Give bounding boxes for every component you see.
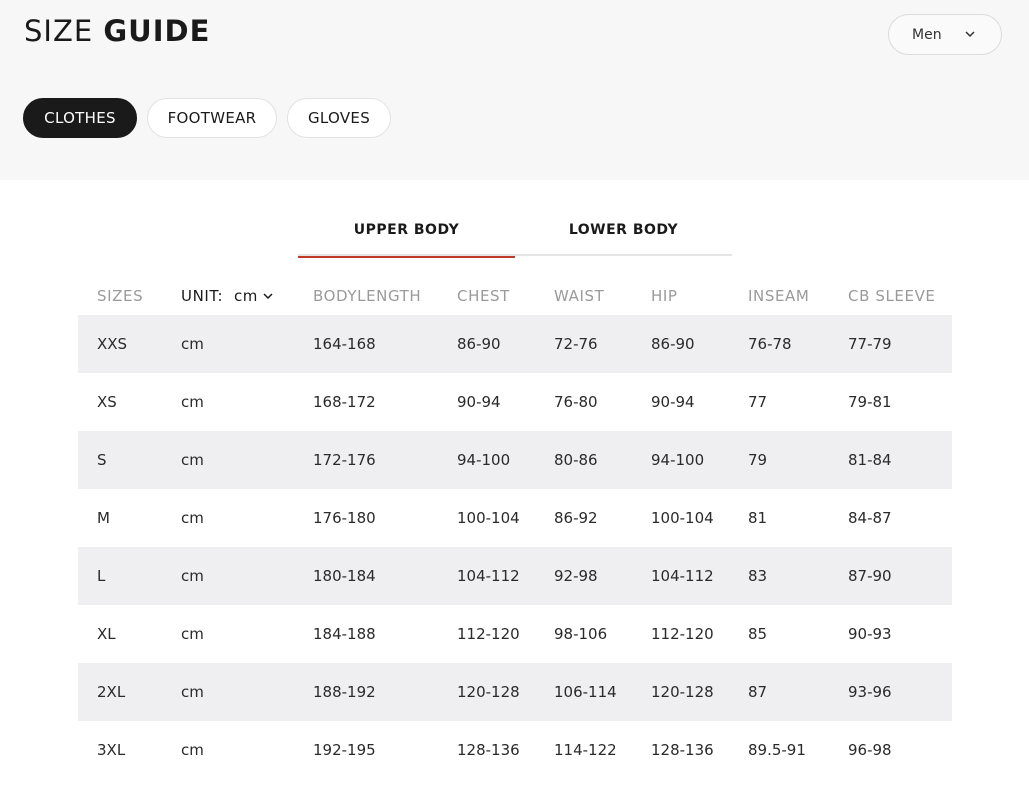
cell-waist: 114-122 bbox=[554, 741, 617, 759]
cell-waist: 76-80 bbox=[554, 393, 598, 411]
cell-bodylength: 192-195 bbox=[313, 741, 376, 759]
tab-clothes[interactable]: CLOTHES bbox=[23, 98, 137, 138]
cell-unit: cm bbox=[181, 567, 204, 585]
cell-hip: 100-104 bbox=[651, 509, 714, 527]
col-header-cb-sleeve: CB SLEEVE bbox=[848, 286, 936, 305]
cell-size: XS bbox=[97, 393, 117, 411]
col-header-waist: WAIST bbox=[554, 286, 605, 305]
cell-inseam: 76-78 bbox=[748, 335, 792, 353]
chevron-down-icon bbox=[263, 292, 273, 299]
cell-hip: 120-128 bbox=[651, 683, 714, 701]
cell-waist: 86-92 bbox=[554, 509, 598, 527]
size-table: SIZES UNIT: cm BODYLENGTH CHEST WAIST HI… bbox=[78, 276, 952, 779]
cell-bodylength: 188-192 bbox=[313, 683, 376, 701]
col-header-chest: CHEST bbox=[457, 286, 510, 305]
cell-waist: 92-98 bbox=[554, 567, 598, 585]
cell-size: L bbox=[97, 567, 106, 585]
cell-cb-sleeve: 93-96 bbox=[848, 683, 892, 701]
cell-waist: 72-76 bbox=[554, 335, 598, 353]
unit-select[interactable]: UNIT: cm bbox=[181, 276, 273, 315]
table-row: XL cm 184-188 112-120 98-106 112-120 85 … bbox=[78, 605, 952, 663]
cell-bodylength: 168-172 bbox=[313, 393, 376, 411]
cell-bodylength: 180-184 bbox=[313, 567, 376, 585]
cell-cb-sleeve: 81-84 bbox=[848, 451, 892, 469]
cell-cb-sleeve: 77-79 bbox=[848, 335, 892, 353]
cell-waist: 98-106 bbox=[554, 625, 608, 643]
unit-label: UNIT: bbox=[181, 286, 224, 305]
cell-chest: 112-120 bbox=[457, 625, 520, 643]
unit-value: cm bbox=[233, 286, 259, 305]
cell-size: 2XL bbox=[97, 683, 126, 701]
table-row: L cm 180-184 104-112 92-98 104-112 83 87… bbox=[78, 547, 952, 605]
cell-chest: 86-90 bbox=[457, 335, 501, 353]
cell-cb-sleeve: 96-98 bbox=[848, 741, 892, 759]
col-header-bodylength: BODYLENGTH bbox=[313, 286, 422, 305]
cell-chest: 104-112 bbox=[457, 567, 520, 585]
cell-inseam: 79 bbox=[748, 451, 768, 469]
cell-chest: 100-104 bbox=[457, 509, 520, 527]
cell-chest: 120-128 bbox=[457, 683, 520, 701]
table-header-row: SIZES UNIT: cm BODYLENGTH CHEST WAIST HI… bbox=[78, 276, 952, 315]
tab-gloves[interactable]: GLOVES bbox=[287, 98, 391, 138]
cell-inseam: 85 bbox=[748, 625, 768, 643]
tab-upper-body[interactable]: UPPER BODY bbox=[298, 214, 515, 258]
table-row: S cm 172-176 94-100 80-86 94-100 79 81-8… bbox=[78, 431, 952, 489]
cell-unit: cm bbox=[181, 393, 204, 411]
cell-size: XXS bbox=[97, 335, 128, 353]
cell-bodylength: 164-168 bbox=[313, 335, 376, 353]
header-area: SIZE GUIDE Men CLOTHES FOOTWEAR GLOVES bbox=[0, 0, 1029, 180]
category-tabs: CLOTHES FOOTWEAR GLOVES bbox=[23, 98, 391, 138]
cell-inseam: 89.5-91 bbox=[748, 741, 806, 759]
chevron-down-icon bbox=[965, 31, 975, 38]
cell-unit: cm bbox=[181, 683, 204, 701]
col-header-hip: HIP bbox=[651, 286, 678, 305]
cell-hip: 86-90 bbox=[651, 335, 695, 353]
cell-bodylength: 172-176 bbox=[313, 451, 376, 469]
cell-inseam: 77 bbox=[748, 393, 768, 411]
cell-chest: 94-100 bbox=[457, 451, 511, 469]
title-bold: GUIDE bbox=[103, 14, 211, 48]
table-row: XS cm 168-172 90-94 76-80 90-94 77 79-81 bbox=[78, 373, 952, 431]
cell-unit: cm bbox=[181, 335, 204, 353]
title-light: SIZE bbox=[24, 14, 94, 48]
page-title: SIZE GUIDE bbox=[24, 14, 210, 48]
cell-hip: 94-100 bbox=[651, 451, 705, 469]
cell-bodylength: 176-180 bbox=[313, 509, 376, 527]
tab-lower-body[interactable]: LOWER BODY bbox=[515, 214, 732, 256]
cell-hip: 104-112 bbox=[651, 567, 714, 585]
cell-bodylength: 184-188 bbox=[313, 625, 376, 643]
cell-size: S bbox=[97, 451, 107, 469]
body-section-tabs: UPPER BODY LOWER BODY bbox=[298, 214, 732, 258]
gender-select-value: Men bbox=[912, 26, 942, 43]
cell-inseam: 83 bbox=[748, 567, 768, 585]
col-header-inseam: INSEAM bbox=[748, 286, 810, 305]
cell-cb-sleeve: 87-90 bbox=[848, 567, 892, 585]
cell-inseam: 87 bbox=[748, 683, 768, 701]
table-row: 2XL cm 188-192 120-128 106-114 120-128 8… bbox=[78, 663, 952, 721]
cell-hip: 90-94 bbox=[651, 393, 695, 411]
cell-size: 3XL bbox=[97, 741, 126, 759]
cell-size: M bbox=[97, 509, 110, 527]
cell-cb-sleeve: 79-81 bbox=[848, 393, 892, 411]
cell-unit: cm bbox=[181, 741, 204, 759]
cell-unit: cm bbox=[181, 509, 204, 527]
table-row: XXS cm 164-168 86-90 72-76 86-90 76-78 7… bbox=[78, 315, 952, 373]
cell-waist: 106-114 bbox=[554, 683, 617, 701]
cell-unit: cm bbox=[181, 451, 204, 469]
cell-hip: 112-120 bbox=[651, 625, 714, 643]
cell-inseam: 81 bbox=[748, 509, 768, 527]
tab-footwear[interactable]: FOOTWEAR bbox=[147, 98, 277, 138]
cell-hip: 128-136 bbox=[651, 741, 714, 759]
table-row: 3XL cm 192-195 128-136 114-122 128-136 8… bbox=[78, 721, 952, 779]
cell-chest: 128-136 bbox=[457, 741, 520, 759]
cell-waist: 80-86 bbox=[554, 451, 598, 469]
cell-chest: 90-94 bbox=[457, 393, 501, 411]
cell-cb-sleeve: 90-93 bbox=[848, 625, 892, 643]
cell-unit: cm bbox=[181, 625, 204, 643]
gender-select[interactable]: Men bbox=[888, 14, 1002, 55]
col-header-sizes: SIZES bbox=[97, 286, 144, 305]
cell-cb-sleeve: 84-87 bbox=[848, 509, 892, 527]
cell-size: XL bbox=[97, 625, 116, 643]
table-row: M cm 176-180 100-104 86-92 100-104 81 84… bbox=[78, 489, 952, 547]
